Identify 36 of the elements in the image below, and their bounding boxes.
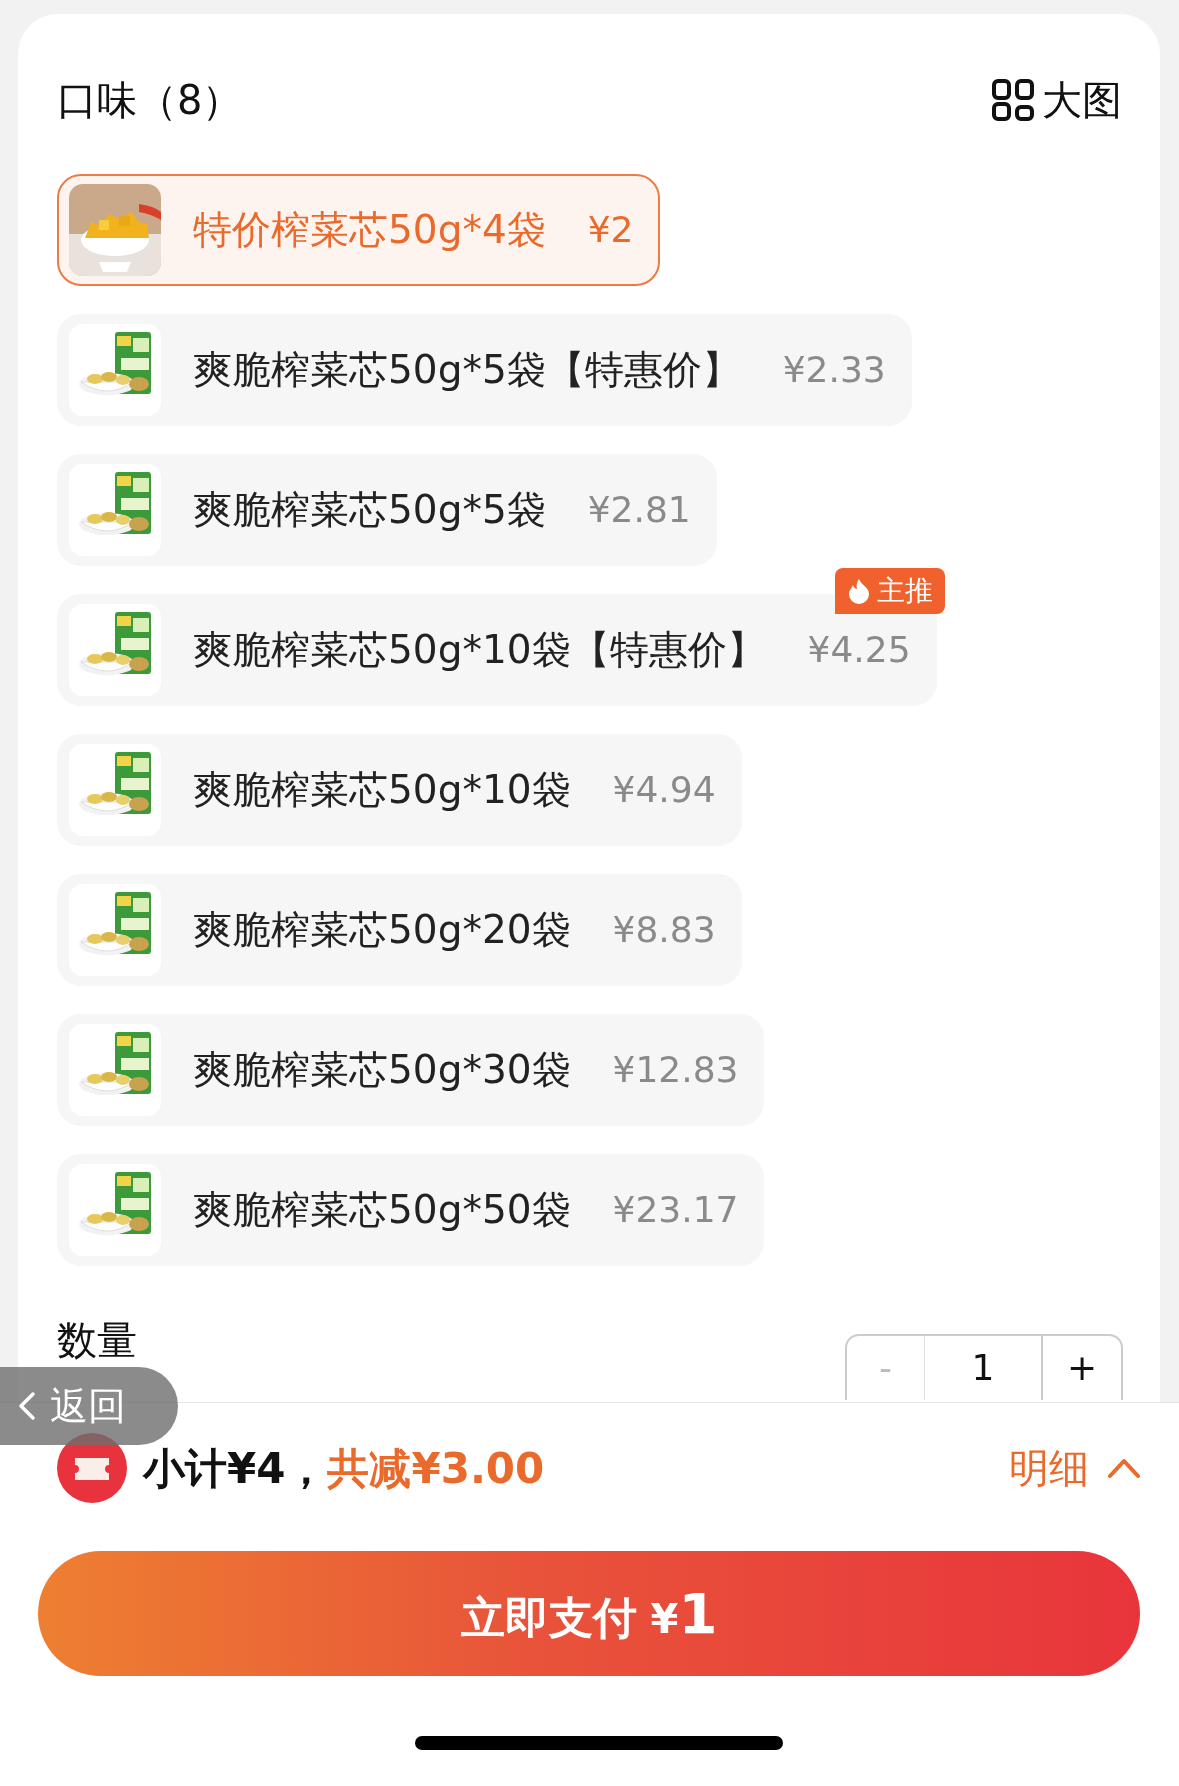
plus-button[interactable]: + (1043, 1336, 1121, 1400)
subtotal-text: 小计¥4， (143, 1442, 328, 1495)
option-name: 爽脆榨菜芯50g*20袋 (193, 905, 571, 954)
option-name: 特价榨菜芯50g*4袋 (193, 205, 546, 254)
option-price: ¥2 (587, 208, 634, 252)
option-price: ¥8.83 (612, 908, 716, 952)
option-name: 爽脆榨菜芯50g*30袋 (193, 1045, 571, 1094)
option-name: 爽脆榨菜芯50g*10袋【特惠价】 (193, 625, 766, 674)
quantity-value[interactable]: 1 (925, 1336, 1043, 1400)
chevron-icon (18, 1391, 36, 1421)
flame-icon (846, 578, 871, 604)
caret-icon (1107, 1457, 1141, 1479)
option-chip[interactable]: 爽脆榨菜芯50g*10袋 ¥4.94 (57, 734, 742, 846)
option-price: ¥4.25 (807, 628, 911, 672)
section-title: 口味（8） (57, 76, 243, 124)
option-chip[interactable]: 爽脆榨菜芯50g*30袋 ¥12.83 (57, 1014, 765, 1126)
view-toggle[interactable]: 大图 (992, 76, 1122, 124)
quantity-label: 数量 (57, 1318, 137, 1362)
option-chip[interactable]: 爽脆榨菜芯50g*5袋 ¥2.81 (57, 454, 717, 566)
grid-icon (992, 79, 1034, 121)
option-price: ¥23.17 (612, 1188, 739, 1232)
recommend-badge: 主推 (834, 568, 945, 614)
option-chip[interactable]: 爽脆榨菜芯50g*20袋 ¥8.83 (57, 874, 742, 986)
option-name: 爽脆榨菜芯50g*50袋 (193, 1185, 571, 1234)
option-chip[interactable]: 爽脆榨菜芯50g*5袋【特惠价】 ¥2.33 (57, 314, 912, 426)
option-price: ¥2.81 (587, 488, 691, 532)
option-chip[interactable]: 爽脆榨菜芯50g*50袋 ¥23.17 (57, 1154, 765, 1266)
option-name: 爽脆榨菜芯50g*5袋【特惠价】 (193, 345, 741, 394)
option-price: ¥4.94 (612, 768, 716, 812)
option-price: ¥2.33 (782, 348, 886, 392)
quantity-stepper[interactable]: - 1 + (845, 1334, 1123, 1400)
discount-text: 共减¥3.00 (327, 1442, 545, 1495)
option-name: 爽脆榨菜芯50g*5袋 (193, 485, 546, 534)
option-name: 爽脆榨菜芯50g*10袋 (193, 765, 571, 814)
pay-button[interactable]: 立即支付 ¥1 (38, 1551, 1140, 1676)
option-price: ¥12.83 (612, 1048, 739, 1092)
